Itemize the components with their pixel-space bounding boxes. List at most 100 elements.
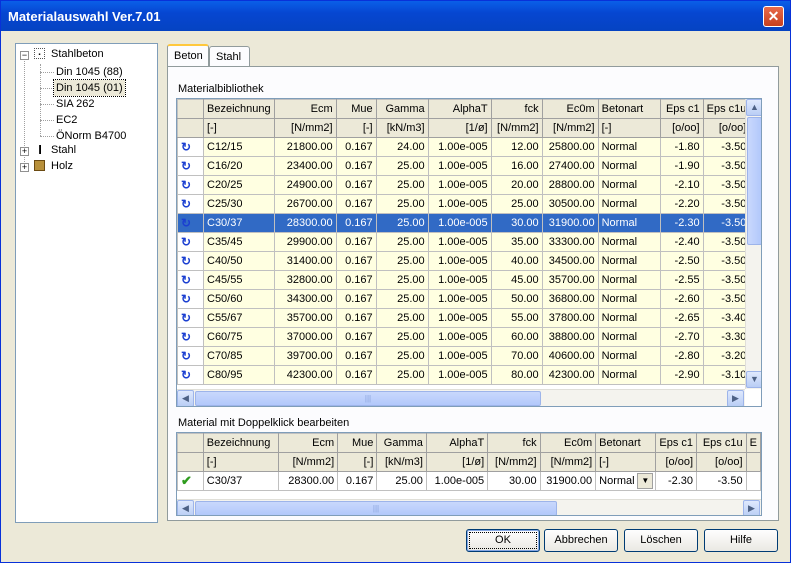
unit-header: [o/oo] [702, 118, 751, 138]
table-cell[interactable]: C30/37 [202, 471, 280, 491]
column-header: Eps c1u [696, 433, 747, 453]
table-row[interactable]: ↻ C55/67 35700.00 0.167 25.00 1.00e-005 55.00 3… [177, 308, 751, 328]
table-cell: 35700.00 [541, 270, 599, 290]
table-cell: C80/95 [203, 365, 275, 385]
table-cell: 55.00 [490, 308, 543, 328]
table-cell[interactable]: 31900.00 [539, 471, 597, 491]
table-row[interactable]: ↻ C50/60 34300.00 0.167 25.00 1.00e-005 50.00 3… [177, 289, 751, 309]
table-cell: 42300.00 [541, 365, 599, 385]
scroll-up-icon[interactable]: ▲ [746, 99, 761, 116]
table-cell: 21800.00 [273, 137, 337, 157]
tab-beton[interactable]: Beton [167, 44, 209, 68]
table-cell[interactable]: 1.00e-005 [425, 471, 489, 491]
horizontal-scroll-thumb[interactable]: ||| [195, 391, 541, 406]
scroll-left-icon[interactable]: ◀ [177, 500, 194, 515]
material-tree[interactable]: − ▪ Stahlbeton Din 1045 (88) Din 1045 (0… [15, 43, 158, 523]
vertical-scroll-thumb[interactable] [747, 117, 761, 245]
table-row[interactable]: ↻ C20/25 24900.00 0.167 25.00 1.00e-005 20.00 2… [177, 175, 751, 195]
table-cell: 0.167 [335, 365, 377, 385]
tree-item-din1045-88[interactable]: Din 1045 (88) [56, 64, 123, 80]
table-cell[interactable]: 28300.00 [278, 471, 339, 491]
unit-header: [-] [337, 452, 378, 472]
scroll-left-icon[interactable]: ◀ [177, 390, 194, 406]
table-row[interactable]: ↻ C12/15 21800.00 0.167 24.00 1.00e-005 12.00 2… [177, 137, 751, 157]
table-row[interactable]: ↻ C80/95 42300.00 0.167 25.00 1.00e-005 80.00 4… [177, 365, 751, 385]
table-cell: Normal [597, 251, 661, 271]
library-horizontal-scrollbar[interactable]: ◀ ||| ▶ [177, 389, 745, 406]
table-cell: 42300.00 [273, 365, 337, 385]
table-cell: Normal [597, 289, 661, 309]
table-cell[interactable]: 25.00 [376, 471, 427, 491]
column-header: Betonart [597, 99, 661, 119]
tree-item-din1045-01[interactable]: Din 1045 (01) [53, 79, 126, 97]
table-cell[interactable]: -2.30 [655, 471, 698, 491]
tab-stahl[interactable]: Stahl [209, 46, 250, 68]
tree-item-stahlbeton[interactable]: Stahlbeton [51, 46, 104, 62]
expand-icon[interactable]: + [20, 147, 29, 156]
tree-item-ec2[interactable]: EC2 [56, 112, 77, 128]
table-cell: 25.00 [375, 232, 429, 252]
table-row[interactable]: ↻ C30/37 28300.00 0.167 25.00 1.00e-005 30.00 3… [177, 213, 751, 233]
ok-button[interactable]: OK [466, 529, 540, 552]
material-dialog: Materialauswahl Ver.7.01 ✕ − ▪ Stahlbeto… [0, 0, 791, 563]
column-header: fck [490, 99, 543, 119]
column-header: Eps c1 [655, 433, 698, 453]
table-cell: -3.10 [702, 365, 751, 385]
unit-header: [N/mm2] [490, 118, 543, 138]
table-cell: 31900.00 [541, 213, 599, 233]
table-row[interactable]: ↻ C40/50 31400.00 0.167 25.00 1.00e-005 40.00 3… [177, 251, 751, 271]
table-cell: -3.50 [702, 213, 751, 233]
table-cell: 0.167 [335, 175, 377, 195]
table-cell: -2.50 [659, 251, 704, 271]
table-cell: -3.50 [702, 270, 751, 290]
table-cell[interactable]: 0.167 [337, 471, 378, 491]
scroll-right-icon[interactable]: ▶ [743, 500, 760, 515]
table-row[interactable]: ↻ C45/55 32800.00 0.167 25.00 1.00e-005 45.00 3… [177, 270, 751, 290]
scroll-right-icon[interactable]: ▶ [727, 390, 744, 406]
editor-table: Bezeichnung Ecm Mue Gamma AlphaT fck Ec0m Beton… [177, 433, 761, 491]
editor-grid[interactable]: Bezeichnung Ecm Mue Gamma AlphaT fck Ec0m Beton… [176, 432, 762, 516]
unit-header: [1/ø] [427, 118, 492, 138]
library-vertical-scrollbar[interactable]: ▲ ▼ [745, 99, 761, 389]
unit-header: [-] [335, 118, 377, 138]
table-row[interactable]: ↻ C60/75 37000.00 0.167 25.00 1.00e-005 60.00 3… [177, 327, 751, 347]
close-icon[interactable]: ✕ [763, 6, 784, 27]
table-cell: 25.00 [375, 213, 429, 233]
cancel-button[interactable]: Abbrechen [544, 529, 618, 552]
table-row[interactable]: ↻ C35/45 29900.00 0.167 25.00 1.00e-005 35.00 3… [177, 232, 751, 252]
delete-button[interactable]: Löschen [624, 529, 698, 552]
table-cell: Normal [597, 232, 661, 252]
table-cell: 1.00e-005 [427, 270, 492, 290]
tree-item-stahl[interactable]: Stahl [51, 142, 76, 158]
editor-row[interactable]: ✔ C30/37 28300.00 0.167 25.00 1.00e-005 30.00 3… [177, 471, 761, 491]
table-cell: -3.30 [702, 327, 751, 347]
table-cell: 40600.00 [541, 346, 599, 366]
table-cell[interactable]: -3.50 [696, 471, 747, 491]
table-cell: -2.60 [659, 289, 704, 309]
collapse-icon[interactable]: − [20, 51, 29, 60]
table-cell: 1.00e-005 [427, 365, 492, 385]
unit-header [177, 452, 204, 472]
editor-horizontal-scrollbar[interactable]: ◀ ||| ▶ [177, 499, 761, 515]
expand-icon[interactable]: + [20, 163, 29, 172]
tree-item-sia262[interactable]: SIA 262 [56, 96, 95, 112]
chevron-down-icon[interactable]: ▼ [637, 473, 654, 489]
refresh-icon: ↻ [177, 308, 204, 328]
table-cell: 28300.00 [273, 213, 337, 233]
table-cell[interactable]: Normal ▼ [595, 471, 657, 491]
column-header [177, 433, 204, 453]
table-cell[interactable]: 30.00 [487, 471, 541, 491]
window-title: Materialauswahl Ver.7.01 [8, 9, 161, 24]
table-cell: 36800.00 [541, 289, 599, 309]
help-button[interactable]: Hilfe [704, 529, 778, 552]
table-row[interactable]: ↻ C70/85 39700.00 0.167 25.00 1.00e-005 70.00 4… [177, 346, 751, 366]
horizontal-scroll-thumb[interactable]: ||| [195, 501, 557, 515]
table-row[interactable]: ↻ C25/30 26700.00 0.167 25.00 1.00e-005 25.00 3… [177, 194, 751, 214]
refresh-icon: ↻ [177, 251, 204, 271]
table-row[interactable]: ↻ C16/20 23400.00 0.167 25.00 1.00e-005 16.00 2… [177, 156, 751, 176]
tree-item-holz[interactable]: Holz [51, 158, 73, 174]
library-grid[interactable]: Bezeichnung Ecm Mue Gamma AlphaT fck Ec0m Beton… [176, 98, 762, 407]
table-cell: 1.00e-005 [427, 232, 492, 252]
table-cell: -2.90 [659, 365, 704, 385]
scroll-down-icon[interactable]: ▼ [746, 371, 761, 388]
